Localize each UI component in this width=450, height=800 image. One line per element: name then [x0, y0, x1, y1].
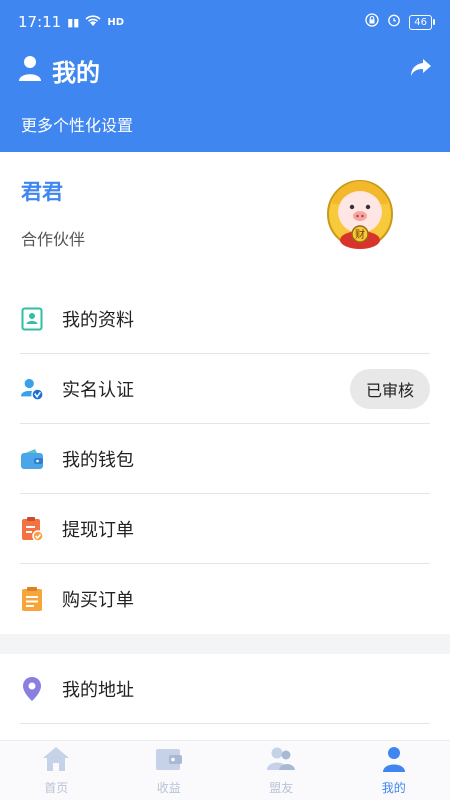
signal-icon: ▮▮: [67, 15, 80, 29]
earnings-icon: [155, 746, 183, 775]
home-icon: [42, 746, 70, 775]
verified-user-icon: [20, 377, 44, 401]
menu-label: 实名认证: [62, 379, 134, 401]
profile-doc-icon: [20, 307, 44, 331]
nav-label: 首页: [44, 780, 69, 795]
header: 17:11 ▮▮ HD 46 我的 更多个性化设置: [0, 0, 450, 152]
nav-item-earnings[interactable]: 收益: [113, 741, 226, 800]
menu-list: 我的资料 实名认证 已审核 我的钱包 提现订单 购买订单: [0, 284, 450, 634]
section-divider: [0, 634, 450, 654]
allies-icon: [266, 746, 296, 775]
menu-label: 提现订单: [62, 519, 134, 541]
location-pin-icon: [20, 676, 44, 701]
nav-item-allies[interactable]: 盟友: [225, 741, 338, 800]
menu-label: 我的地址: [62, 679, 134, 701]
menu-label: 我的资料: [62, 309, 134, 331]
menu-item-purchase-orders[interactable]: 购买订单: [20, 564, 430, 634]
hd-icon: HD: [107, 16, 125, 28]
nav-label: 我的: [381, 780, 406, 795]
verification-status-badge: 已审核: [349, 369, 430, 409]
withdraw-order-icon: [20, 516, 44, 542]
bottom-nav: 首页 收益 盟友 我的: [0, 740, 450, 800]
purchase-order-icon: [20, 587, 44, 611]
menu-item-real-name-verify[interactable]: 实名认证 已审核: [20, 354, 430, 424]
status-time: 17:11: [18, 13, 62, 31]
menu-item-my-profile[interactable]: 我的资料: [20, 284, 430, 354]
status-bar: 17:11 ▮▮ HD 46: [0, 0, 450, 44]
user-name: 君君: [21, 180, 63, 204]
menu-list-secondary: 我的地址: [0, 654, 450, 724]
avatar[interactable]: 财: [322, 174, 398, 250]
profile-card: 君君 合作伙伴 财: [0, 152, 450, 284]
wallet-icon: [20, 447, 44, 471]
menu-item-withdraw-orders[interactable]: 提现订单: [20, 494, 430, 564]
battery-icon: 46: [409, 14, 435, 30]
nav-label: 收益: [156, 780, 181, 795]
title-row: 我的: [18, 50, 432, 90]
user-icon: [382, 746, 406, 775]
lock-icon: [365, 13, 379, 31]
alarm-icon: [387, 13, 401, 31]
user-icon: [18, 55, 42, 85]
wifi-icon: [85, 13, 101, 31]
personalize-settings-link[interactable]: 更多个性化设置: [21, 112, 133, 136]
user-role: 合作伙伴: [21, 230, 86, 249]
avatar-coin-text: 财: [355, 228, 365, 241]
menu-item-my-address[interactable]: 我的地址: [20, 654, 430, 724]
menu-item-my-wallet[interactable]: 我的钱包: [20, 424, 430, 494]
menu-label: 我的钱包: [62, 449, 134, 471]
page-title: 我的: [52, 58, 100, 87]
nav-label: 盟友: [269, 780, 294, 795]
share-icon[interactable]: [410, 58, 432, 82]
nav-item-mine[interactable]: 我的: [338, 741, 450, 800]
nav-item-home[interactable]: 首页: [0, 741, 113, 800]
menu-label: 购买订单: [62, 590, 134, 611]
